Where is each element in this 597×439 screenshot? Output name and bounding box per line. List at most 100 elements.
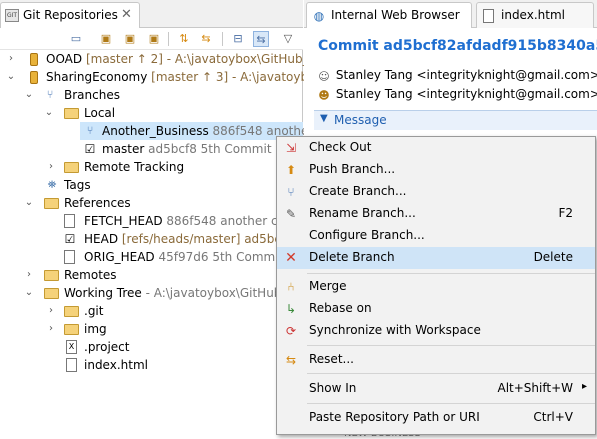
folder-icon bbox=[64, 162, 79, 173]
chevron-down-icon[interactable]: ▼ bbox=[320, 113, 328, 124]
menu-item-label: Rebase on bbox=[309, 301, 372, 315]
create-branch-icon: ⑂ bbox=[287, 185, 295, 199]
tree-remote-tracking[interactable]: › Remote Tracking bbox=[0, 158, 303, 176]
menu-item-reset[interactable]: ⇆ Reset... bbox=[277, 349, 595, 371]
folder-icon bbox=[44, 270, 59, 281]
ref-detail: [refs/heads/master] ad5bcf bbox=[118, 232, 286, 246]
menu-separator bbox=[307, 373, 595, 374]
chevron-right-icon[interactable]: › bbox=[46, 320, 56, 338]
tab-git-repositories[interactable]: GIT Git Repositories ✕ bbox=[0, 2, 140, 28]
clone-repository-icon[interactable]: ▣ bbox=[122, 31, 138, 47]
menu-item-check-out[interactable]: ⇲ Check Out bbox=[277, 137, 595, 159]
repo-name: SharingEconomy bbox=[46, 70, 148, 84]
tree-branch-master[interactable]: ☑ master ad5bcf8 5th Commit bbox=[80, 140, 303, 158]
tree-file-project[interactable]: X .project bbox=[0, 338, 303, 356]
menu-icon[interactable]: ▽ bbox=[280, 31, 296, 47]
tree-branch-another-business[interactable]: ⑂ Another_Business 886f548 another bbox=[80, 122, 313, 140]
git-repositories-view: GIT Git Repositories ✕ ▭ ▣ ▣ ▣ ⇅ ⇆ ⊟ ⇆ ▽… bbox=[0, 0, 322, 435]
collapse-all-icon[interactable]: ⊟ bbox=[230, 31, 246, 47]
tree-ref-fetch-head[interactable]: FETCH_HEAD 886f548 another cor bbox=[0, 212, 303, 230]
repository-icon bbox=[30, 71, 38, 84]
chevron-down-icon[interactable]: ⌄ bbox=[44, 104, 54, 122]
add-repository-icon[interactable]: ▣ bbox=[98, 31, 114, 47]
ref-name: HEAD bbox=[84, 232, 119, 246]
synchronize-icon: ⟳ bbox=[285, 324, 297, 338]
menu-item-label: Merge bbox=[309, 279, 347, 293]
tab-internal-web-browser[interactable]: ◍ Internal Web Browser bbox=[306, 2, 472, 28]
tree-file-index[interactable]: index.html bbox=[0, 356, 303, 374]
chevron-right-icon[interactable]: › bbox=[46, 158, 56, 176]
tab-index-html[interactable]: index.html bbox=[476, 2, 594, 28]
menu-item-synchronize[interactable]: ⟳ Synchronize with Workspace bbox=[277, 320, 595, 342]
committer-text: Stanley Tang <integrityknight@gmail.com>… bbox=[335, 87, 597, 101]
tree-working-tree[interactable]: ⌄ Working Tree - A:\javatoybox\GitHub bbox=[0, 284, 303, 302]
toolbar-separator bbox=[168, 32, 169, 46]
submenu-arrow-icon: ▸ bbox=[581, 381, 587, 392]
file-label: index.html bbox=[84, 358, 148, 372]
reset-icon: ⇆ bbox=[285, 353, 297, 367]
menu-item-label: Rename Branch... bbox=[309, 206, 416, 220]
file-label: .project bbox=[84, 340, 130, 354]
sync-icon[interactable]: ⇆ bbox=[198, 31, 214, 47]
repo-name: OOAD bbox=[46, 52, 83, 66]
menu-item-configure-branch[interactable]: Configure Branch... bbox=[277, 225, 595, 247]
menu-item-push-branch[interactable]: ⬆ Push Branch... bbox=[277, 159, 595, 181]
message-section-label: Message bbox=[334, 113, 387, 127]
repo-detail: [master ↑ 3] - A:\javatoybox bbox=[147, 70, 323, 84]
tree-ref-orig-head[interactable]: ORIG_HEAD 45f97d6 5th Commit bbox=[0, 248, 303, 266]
tree-repo-sharingeconomy[interactable]: ⌄ SharingEconomy [master ↑ 3] - A:\javat… bbox=[0, 68, 322, 86]
tree-remotes[interactable]: › Remotes bbox=[0, 266, 303, 284]
menu-item-rebase-on[interactable]: ↳ Rebase on bbox=[277, 298, 595, 320]
menu-item-delete-branch[interactable]: ✕ Delete Branch Delete bbox=[277, 247, 595, 269]
chevron-down-icon[interactable]: ⌄ bbox=[24, 284, 34, 302]
left-tab-bar: GIT Git Repositories ✕ bbox=[0, 0, 303, 28]
link-with-editor-icon[interactable]: ▭ bbox=[68, 31, 84, 47]
tree-local[interactable]: ⌄ Local bbox=[0, 104, 303, 122]
chevron-right-icon[interactable]: › bbox=[6, 50, 16, 68]
menu-item-rename-branch[interactable]: ✎ Rename Branch... F2 bbox=[277, 203, 595, 225]
chevron-right-icon[interactable]: › bbox=[46, 302, 56, 320]
refresh-icon[interactable]: ⇅ bbox=[176, 31, 192, 47]
create-repository-icon[interactable]: ▣ bbox=[146, 31, 162, 47]
chevron-down-icon[interactable]: ⌄ bbox=[6, 68, 16, 86]
folder-icon bbox=[64, 108, 79, 119]
chevron-right-icon[interactable]: › bbox=[24, 266, 34, 284]
chevron-down-icon[interactable]: ⌄ bbox=[24, 194, 34, 212]
link-icon[interactable]: ⇆ bbox=[253, 31, 269, 47]
tags-label: Tags bbox=[64, 178, 91, 192]
menu-separator bbox=[307, 273, 595, 274]
chevron-down-icon[interactable]: ⌄ bbox=[24, 86, 34, 104]
menu-item-label: Create Branch... bbox=[309, 184, 407, 198]
branch-icon: ⑂ bbox=[86, 124, 94, 137]
checked-out-branch-icon: ☑ bbox=[84, 142, 96, 156]
close-icon[interactable]: ✕ bbox=[121, 7, 132, 22]
committer-line: ☻ Stanley Tang <integrityknight@gmail.co… bbox=[316, 87, 597, 103]
references-label: References bbox=[64, 196, 131, 210]
rename-icon: ✎ bbox=[285, 207, 297, 221]
tree-branches[interactable]: ⌄ ⑂ Branches bbox=[0, 86, 303, 104]
left-toolbar: ▭ ▣ ▣ ▣ ⇅ ⇆ ⊟ ⇆ ▽ bbox=[0, 28, 303, 50]
menu-item-paste-repository-path[interactable]: Paste Repository Path or URI Ctrl+V bbox=[277, 407, 595, 429]
tree-tags[interactable]: ⛯ Tags bbox=[0, 176, 303, 194]
tree-folder-git[interactable]: › .git bbox=[0, 302, 303, 320]
file-icon bbox=[64, 214, 75, 228]
tree-references[interactable]: ⌄ References bbox=[0, 194, 303, 212]
menu-item-merge[interactable]: ⑃ Merge bbox=[277, 276, 595, 298]
message-section-header[interactable]: ▼ Message bbox=[314, 110, 597, 130]
menu-item-label: Delete Branch bbox=[309, 250, 395, 264]
remotes-label: Remotes bbox=[64, 268, 117, 282]
tree-folder-img[interactable]: › img bbox=[0, 320, 303, 338]
remote-tracking-label: Remote Tracking bbox=[84, 160, 185, 174]
tree-ref-head[interactable]: ☑ HEAD [refs/heads/master] ad5bcf bbox=[0, 230, 303, 248]
file-icon bbox=[64, 250, 75, 264]
git-repositories-icon: GIT bbox=[5, 9, 19, 22]
menu-item-show-in[interactable]: Show In Alt+Shift+W ▸ bbox=[277, 378, 595, 400]
tree-repo-ooad[interactable]: › OOAD [master ↑ 2] - A:\javatoybox\GitH… bbox=[0, 50, 315, 68]
menu-item-label: Synchronize with Workspace bbox=[309, 323, 481, 337]
branch-name: master bbox=[102, 142, 145, 156]
commit-title: Commit ad5bcf82afdadf915b8340a50 bbox=[318, 38, 597, 54]
menu-item-create-branch[interactable]: ⑂ Create Branch... bbox=[277, 181, 595, 203]
menu-item-shortcut: Alt+Shift+W bbox=[497, 381, 574, 395]
working-tree-name: Working Tree bbox=[64, 286, 142, 300]
author-text: Stanley Tang <integrityknight@gmail.com>… bbox=[335, 68, 597, 82]
